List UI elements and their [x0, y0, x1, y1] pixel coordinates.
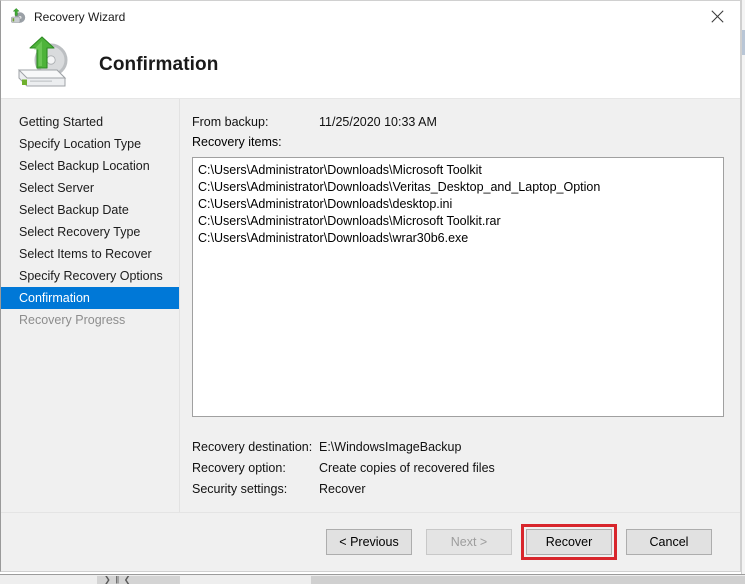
- sidebar-item-specify-location-type[interactable]: Specify Location Type: [1, 133, 179, 155]
- sidebar-item-label: Specify Recovery Options: [19, 269, 163, 283]
- recovery-items-listbox[interactable]: C:\Users\Administrator\Downloads\Microso…: [192, 157, 724, 417]
- page-title: Confirmation: [99, 54, 219, 75]
- from-backup-row: From backup: 11/25/2020 10:33 AM: [192, 113, 724, 132]
- recovery-destination-row: Recovery destination: E:\WindowsImageBac…: [192, 437, 724, 458]
- recovery-summary: Recovery destination: E:\WindowsImageBac…: [192, 437, 724, 500]
- sidebar-item-label: Select Backup Date: [19, 203, 129, 217]
- sidebar-item-label: Recovery Progress: [19, 313, 126, 327]
- confirmation-content: From backup: 11/25/2020 10:33 AM Recover…: [180, 99, 740, 512]
- next-button: Next >: [426, 529, 512, 555]
- sidebar-item-label: Getting Started: [19, 115, 104, 129]
- backup-drive-restore-icon: [13, 36, 77, 94]
- security-settings-row: Security settings: Recover: [192, 479, 724, 500]
- background-horizontal-scrollbar[interactable]: ❯ ǁ ❮: [0, 574, 745, 584]
- list-item[interactable]: C:\Users\Administrator\Downloads\wrar30b…: [196, 230, 721, 247]
- background-horizontal-scrollbar-track[interactable]: [311, 576, 745, 584]
- sidebar-item-label: Select Server: [19, 181, 95, 195]
- sidebar-item-label: Select Recovery Type: [19, 225, 141, 239]
- wizard-steps-sidebar: Getting Started Specify Location Type Se…: [1, 99, 180, 512]
- list-item[interactable]: C:\Users\Administrator\Downloads\Veritas…: [196, 179, 721, 196]
- recovery-destination-label: Recovery destination:: [192, 440, 313, 454]
- recovery-option-label: Recovery option:: [192, 461, 286, 475]
- recovery-option-row: Recovery option: Create copies of recove…: [192, 458, 724, 479]
- recovery-wizard-window: Recovery Wizard Confirmation Getting Sta…: [0, 0, 741, 572]
- previous-button[interactable]: < Previous: [326, 529, 412, 555]
- wizard-footer: < Previous Next > Recover Cancel: [1, 512, 740, 571]
- wizard-header: Confirmation: [1, 32, 740, 98]
- recovery-option-value: Create copies of recovered files: [319, 461, 495, 475]
- sidebar-item-select-backup-date[interactable]: Select Backup Date: [1, 199, 179, 221]
- recovery-items-label: Recovery items:: [192, 135, 282, 149]
- sidebar-item-specify-recovery-options[interactable]: Specify Recovery Options: [1, 265, 179, 287]
- wizard-body: Getting Started Specify Location Type Se…: [1, 98, 740, 512]
- list-item[interactable]: C:\Users\Administrator\Downloads\Microso…: [196, 213, 721, 230]
- security-settings-label: Security settings:: [192, 482, 288, 496]
- cancel-button[interactable]: Cancel: [626, 529, 712, 555]
- recovery-wizard-icon: [10, 8, 27, 25]
- background-vertical-scrollbar[interactable]: [741, 0, 745, 584]
- scrollbar-arrows-icon: ❯ ǁ ❮: [104, 575, 132, 584]
- sidebar-item-label: Specify Location Type: [19, 137, 142, 151]
- recovery-destination-value: E:\WindowsImageBackup: [319, 440, 462, 454]
- recover-button[interactable]: Recover: [526, 529, 612, 555]
- sidebar-item-label: Confirmation: [19, 291, 90, 305]
- sidebar-item-select-backup-location[interactable]: Select Backup Location: [1, 155, 179, 177]
- sidebar-item-label: Select Items to Recover: [19, 247, 152, 261]
- window-title: Recovery Wizard: [34, 9, 126, 24]
- from-backup-label: From backup:: [192, 115, 269, 129]
- list-item[interactable]: C:\Users\Administrator\Downloads\desktop…: [196, 196, 721, 213]
- sidebar-item-select-items-to-recover[interactable]: Select Items to Recover: [1, 243, 179, 265]
- sidebar-item-getting-started[interactable]: Getting Started: [1, 111, 179, 133]
- security-settings-value: Recover: [319, 482, 366, 496]
- sidebar-item-select-recovery-type[interactable]: Select Recovery Type: [1, 221, 179, 243]
- sidebar-item-confirmation[interactable]: Confirmation: [1, 287, 179, 309]
- title-bar: Recovery Wizard: [1, 1, 740, 32]
- from-backup-value: 11/25/2020 10:33 AM: [319, 115, 437, 129]
- sidebar-item-label: Select Backup Location: [19, 159, 150, 173]
- sidebar-item-select-server[interactable]: Select Server: [1, 177, 179, 199]
- close-icon[interactable]: [695, 1, 740, 32]
- list-item[interactable]: C:\Users\Administrator\Downloads\Microso…: [196, 162, 721, 179]
- sidebar-item-recovery-progress: Recovery Progress: [1, 309, 179, 331]
- recover-button-wrapper: Recover: [521, 524, 617, 560]
